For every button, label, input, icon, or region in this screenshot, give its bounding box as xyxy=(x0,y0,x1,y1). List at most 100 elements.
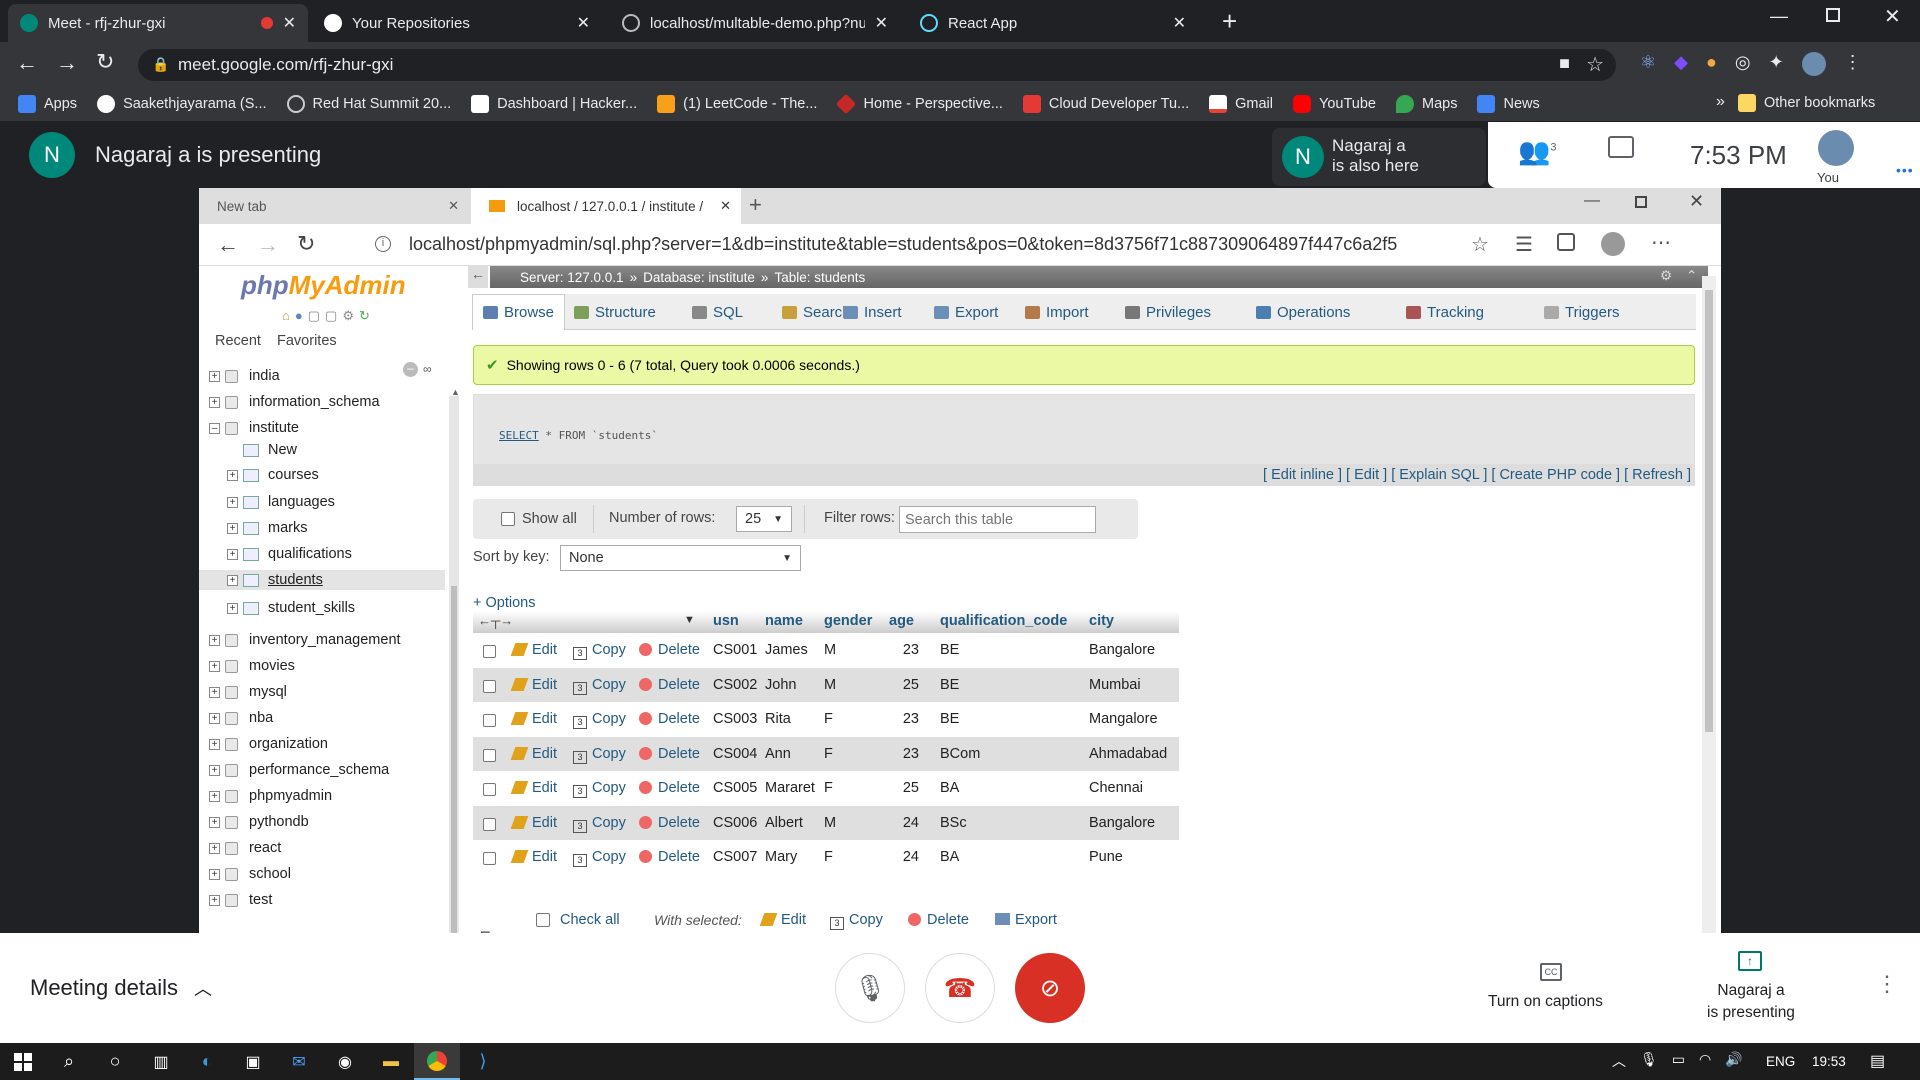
tree-item-performance-schema[interactable]: + performance_schema xyxy=(209,760,389,780)
tree-item-student-skills[interactable]: + student_skills xyxy=(227,598,355,618)
expand-icon[interactable]: + xyxy=(209,634,220,646)
close-tab-icon[interactable]: ✕ xyxy=(577,13,590,33)
expand-icon[interactable]: + xyxy=(209,816,220,828)
bookmark-item[interactable]: YouTube xyxy=(1293,94,1376,113)
expand-icon[interactable]: + xyxy=(227,574,238,586)
file-explorer-icon[interactable]: ▬ xyxy=(368,1043,414,1080)
more-options-icon[interactable]: ⋮ xyxy=(1876,971,1898,997)
tree-item-pythondb[interactable]: + pythondb xyxy=(209,812,309,832)
options-link[interactable]: + Options xyxy=(473,595,535,611)
check-all-label[interactable]: Check all xyxy=(560,912,620,928)
tab-triggers[interactable]: Triggers xyxy=(1534,294,1629,330)
restore-window-icon[interactable] xyxy=(1826,8,1840,22)
tree-item-information-schema[interactable]: + information_schema xyxy=(209,392,380,412)
expand-icon[interactable]: + xyxy=(227,548,238,560)
bulk-delete[interactable]: Delete xyxy=(908,912,969,928)
tree-item-india[interactable]: + india xyxy=(209,366,280,386)
tab-tracking[interactable]: Tracking xyxy=(1396,294,1494,330)
bulk-export[interactable]: Export xyxy=(995,912,1057,928)
tree-item-students[interactable]: + students xyxy=(199,570,445,590)
bookmarks-overflow-icon[interactable]: » xyxy=(1716,93,1725,111)
camera-indicator-icon[interactable]: ■ xyxy=(1559,53,1570,74)
bookmark-item[interactable]: Gmail xyxy=(1209,94,1273,113)
tab-import[interactable]: Import xyxy=(1015,294,1099,330)
outer-tab-react[interactable]: React App ✕ xyxy=(908,4,1198,42)
close-tab-icon[interactable]: ✕ xyxy=(875,13,888,33)
close-tab-icon[interactable]: ✕ xyxy=(1173,13,1186,33)
column-resize-icon[interactable]: ←┬→ xyxy=(478,613,513,628)
tab-browse[interactable]: Browse xyxy=(472,294,566,330)
bookmark-item[interactable]: Red Hat Summit 20... xyxy=(286,94,451,113)
vscode-icon[interactable]: ⟩ xyxy=(460,1043,506,1080)
check-all-checkbox[interactable] xyxy=(536,913,550,927)
tree-item-mysql[interactable]: + mysql xyxy=(209,682,287,702)
collapse-top-icon[interactable]: ⌃ xyxy=(1686,268,1697,284)
tree-item-organization[interactable]: + organization xyxy=(209,734,328,754)
tab-insert[interactable]: Insert xyxy=(833,294,912,330)
expand-icon[interactable]: + xyxy=(209,686,220,698)
task-view-icon[interactable]: ▥ xyxy=(138,1043,184,1080)
tree-item-inventory-management[interactable]: + inventory_management xyxy=(209,630,401,650)
tree-item-nba[interactable]: + nba xyxy=(209,708,273,728)
profile-icon[interactable] xyxy=(1601,232,1625,256)
windows-start-icon[interactable] xyxy=(0,1043,46,1080)
leave-call-button[interactable]: ☎ xyxy=(925,953,995,1023)
column-header-age[interactable]: age xyxy=(889,613,914,629)
pma-logo[interactable]: phpMyAdmin xyxy=(241,270,406,301)
camera-button[interactable]: ⊘ xyxy=(1015,953,1085,1023)
column-header-gender[interactable]: gender xyxy=(824,613,872,629)
reload-nav-icon[interactable]: ↻ xyxy=(359,308,370,324)
microphone-button[interactable]: 🎙 xyxy=(835,953,905,1023)
bulk-edit[interactable]: Edit xyxy=(759,912,806,928)
favorites-tab[interactable]: Favorites xyxy=(277,333,337,349)
outer-tab-localhost[interactable]: localhost/multable-demo.php?nu ✕ xyxy=(610,4,900,42)
mail-icon[interactable]: ✉ xyxy=(276,1043,322,1080)
tab-sql[interactable]: SQL xyxy=(682,294,753,330)
favorites-list-icon[interactable]: ☰ xyxy=(1515,232,1533,257)
expand-icon[interactable]: + xyxy=(209,764,220,776)
home-icon[interactable]: ⌂ xyxy=(282,308,290,324)
mic-tray-icon[interactable]: 🎙 xyxy=(1640,1051,1658,1071)
cookie-extension-icon[interactable]: ● xyxy=(1706,52,1717,76)
reload-icon[interactable]: ↻ xyxy=(96,49,114,75)
nav-scrollbar-thumb[interactable] xyxy=(451,586,457,933)
chrome-menu-icon[interactable]: ⋮ xyxy=(1844,52,1862,76)
expand-icon[interactable]: + xyxy=(209,370,220,382)
tree-item-New[interactable]: New xyxy=(227,440,297,460)
back-icon[interactable]: ← xyxy=(16,50,38,76)
breadcrumb-table[interactable]: Table: students xyxy=(774,270,865,285)
tab-operations[interactable]: Operations xyxy=(1246,294,1360,330)
collapse-icon[interactable]: – xyxy=(209,422,220,434)
bookmark-item[interactable]: Dashboard | Hacker... xyxy=(471,94,637,113)
tree-item-phpmyadmin[interactable]: + phpmyadmin xyxy=(209,786,332,806)
tree-item-qualifications[interactable]: + qualifications xyxy=(227,544,352,564)
logout-icon[interactable]: ● xyxy=(295,308,303,324)
close-window-icon[interactable]: ✕ xyxy=(1689,191,1704,212)
participants-icon[interactable]: 👥3 xyxy=(1518,136,1557,167)
tab-privileges[interactable]: Privileges xyxy=(1115,294,1221,330)
bookmark-apps[interactable]: Apps xyxy=(18,94,77,113)
docs-icon[interactable]: ▢ xyxy=(308,308,320,324)
expand-icon[interactable]: + xyxy=(227,469,238,481)
bookmark-item[interactable]: Home - Perspective... xyxy=(836,93,1003,114)
tree-item-marks[interactable]: + marks xyxy=(227,518,307,538)
tree-item-test[interactable]: + test xyxy=(209,890,272,910)
close-tab-icon[interactable]: ✕ xyxy=(283,13,296,33)
show-all-checkbox[interactable] xyxy=(501,512,515,526)
meeting-details-button[interactable]: Meeting details ︿ xyxy=(30,975,212,1001)
collapse-nav-icon[interactable]: ← xyxy=(468,266,488,288)
back-icon[interactable]: ← xyxy=(217,232,239,258)
bookmark-item[interactable]: Cloud Developer Tu... xyxy=(1022,94,1189,113)
sort-arrow-icon[interactable]: ▼ xyxy=(684,614,695,626)
outer-tab-meet[interactable]: Meet - rfj-zhur-gxi ✕ xyxy=(8,4,308,42)
notifications-icon[interactable]: ▤ xyxy=(1870,1051,1885,1071)
search-icon[interactable]: ⌕ xyxy=(46,1043,92,1080)
new-tab-icon[interactable]: + xyxy=(749,192,762,218)
filter-input[interactable] xyxy=(899,506,1096,533)
tree-item-courses[interactable]: + courses xyxy=(227,465,319,485)
app-icon[interactable]: ◉ xyxy=(322,1043,368,1080)
favorite-star-icon[interactable]: ☆ xyxy=(1471,232,1489,257)
sort-select[interactable]: None ▼ xyxy=(560,545,801,571)
settings-gear-icon[interactable]: ⚙ xyxy=(1660,268,1672,284)
expand-icon[interactable]: + xyxy=(227,602,238,614)
